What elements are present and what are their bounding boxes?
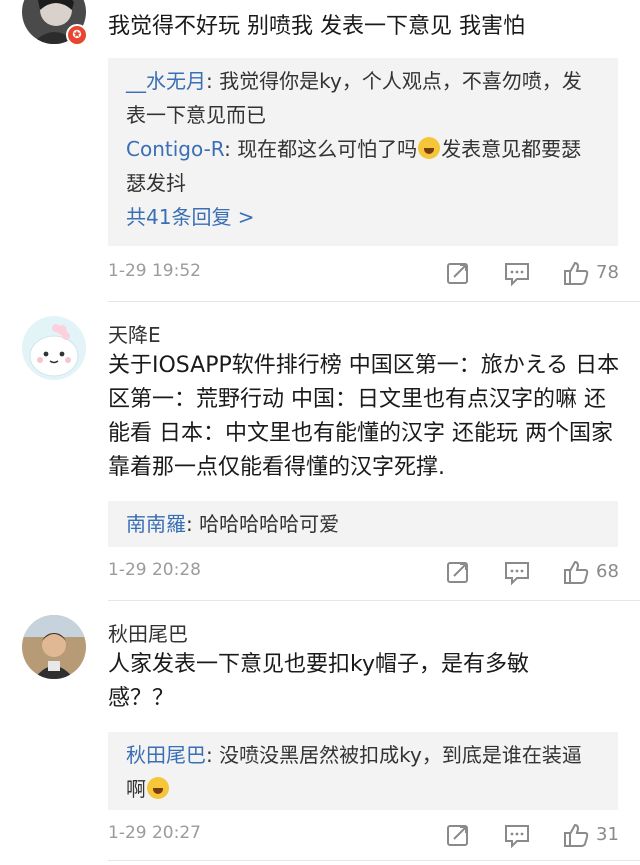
comment-meta: 1-29 20:27 31 <box>108 821 623 851</box>
comment-item: 秋田尾巴 人家发表一下意见也要扣ky帽子，是有多敏感？？ 秋田尾巴: 没喷没黑居… <box>0 601 640 865</box>
reply-text: 现在都这么可怕了吗 <box>237 137 418 161</box>
comment-item: 天降E 关于IOSAPP软件排行榜 中国区第一：旅かえる 日本区第一：荒野行动 … <box>0 302 640 600</box>
avatar[interactable] <box>22 615 86 679</box>
avatar-image <box>22 316 86 380</box>
avatar[interactable] <box>22 316 86 380</box>
like-icon[interactable] <box>562 558 590 586</box>
avatar-image <box>22 615 86 679</box>
username[interactable]: 天降E <box>108 319 161 348</box>
reply-separator: : <box>206 69 220 93</box>
repost-icon[interactable] <box>444 821 472 849</box>
verified-badge-icon: ✪ <box>66 24 88 46</box>
comment-time: 1-29 20:28 <box>108 560 201 580</box>
comment-text: 我觉得不好玩 别喷我 发表一下意见 我害怕 <box>108 14 525 39</box>
reply-username[interactable]: 秋田尾巴 <box>126 743 206 767</box>
reply-username[interactable]: __水无月 <box>126 69 206 93</box>
like-count: 78 <box>596 262 619 283</box>
view-all-replies-link[interactable]: 共41条回复 > <box>126 200 600 234</box>
reply-item[interactable]: 南南羅: 哈哈哈哈哈可爱 <box>126 507 600 541</box>
like-icon[interactable] <box>562 821 590 849</box>
comment-time: 1-29 20:27 <box>108 823 201 843</box>
reply-separator: : <box>224 137 238 161</box>
comment-text: 人家发表一下意见也要扣ky帽子，是有多敏感？？ <box>108 652 529 711</box>
reply-box[interactable]: 秋田尾巴: 没喷没黑居然被扣成ky，到底是谁在装逼啊 <box>108 732 618 810</box>
laughing-crying-emoji-icon <box>418 137 441 159</box>
reply-username[interactable]: Contigo-R <box>126 137 224 161</box>
comment-time: 1-29 19:52 <box>108 261 201 281</box>
like-count: 31 <box>596 824 619 845</box>
repost-icon[interactable] <box>444 259 472 287</box>
comment-item: ✪ 我觉得不好玩 别喷我 发表一下意见 我害怕 __水无月: 我觉得你是ky，个… <box>0 0 640 300</box>
reply-separator: : <box>186 512 200 536</box>
comment-icon[interactable] <box>503 259 531 287</box>
divider <box>108 860 640 861</box>
comment-meta: 1-29 20:28 68 <box>108 558 623 588</box>
like-icon[interactable] <box>562 259 590 287</box>
reply-item[interactable]: Contigo-R: 现在都这么可怕了吗 发表意见都要瑟瑟发抖 <box>126 132 600 200</box>
reply-username[interactable]: 南南羅 <box>126 512 186 536</box>
reply-box[interactable]: 南南羅: 哈哈哈哈哈可爱 <box>108 501 618 547</box>
comment-icon[interactable] <box>503 821 531 849</box>
comment-icon[interactable] <box>503 558 531 586</box>
shocked-face-emoji-icon <box>147 777 169 799</box>
repost-icon[interactable] <box>444 558 472 586</box>
reply-item[interactable]: __水无月: 我觉得你是ky，个人观点，不喜勿喷，发表一下意见而已 <box>126 64 600 132</box>
like-count: 68 <box>596 561 619 582</box>
reply-item[interactable]: 秋田尾巴: 没喷没黑居然被扣成ky，到底是谁在装逼啊 <box>126 738 600 806</box>
username[interactable]: 秋田尾巴 <box>108 618 188 647</box>
comment-text: 关于IOSAPP软件排行榜 中国区第一：旅かえる 日本区第一：荒野行动 中国：日… <box>108 353 620 480</box>
reply-text: 哈哈哈哈哈可爱 <box>199 512 340 536</box>
reply-separator: : <box>206 743 220 767</box>
reply-box[interactable]: __水无月: 我觉得你是ky，个人观点，不喜勿喷，发表一下意见而已 Contig… <box>108 58 618 246</box>
comment-meta: 1-29 19:52 78 <box>108 259 623 289</box>
